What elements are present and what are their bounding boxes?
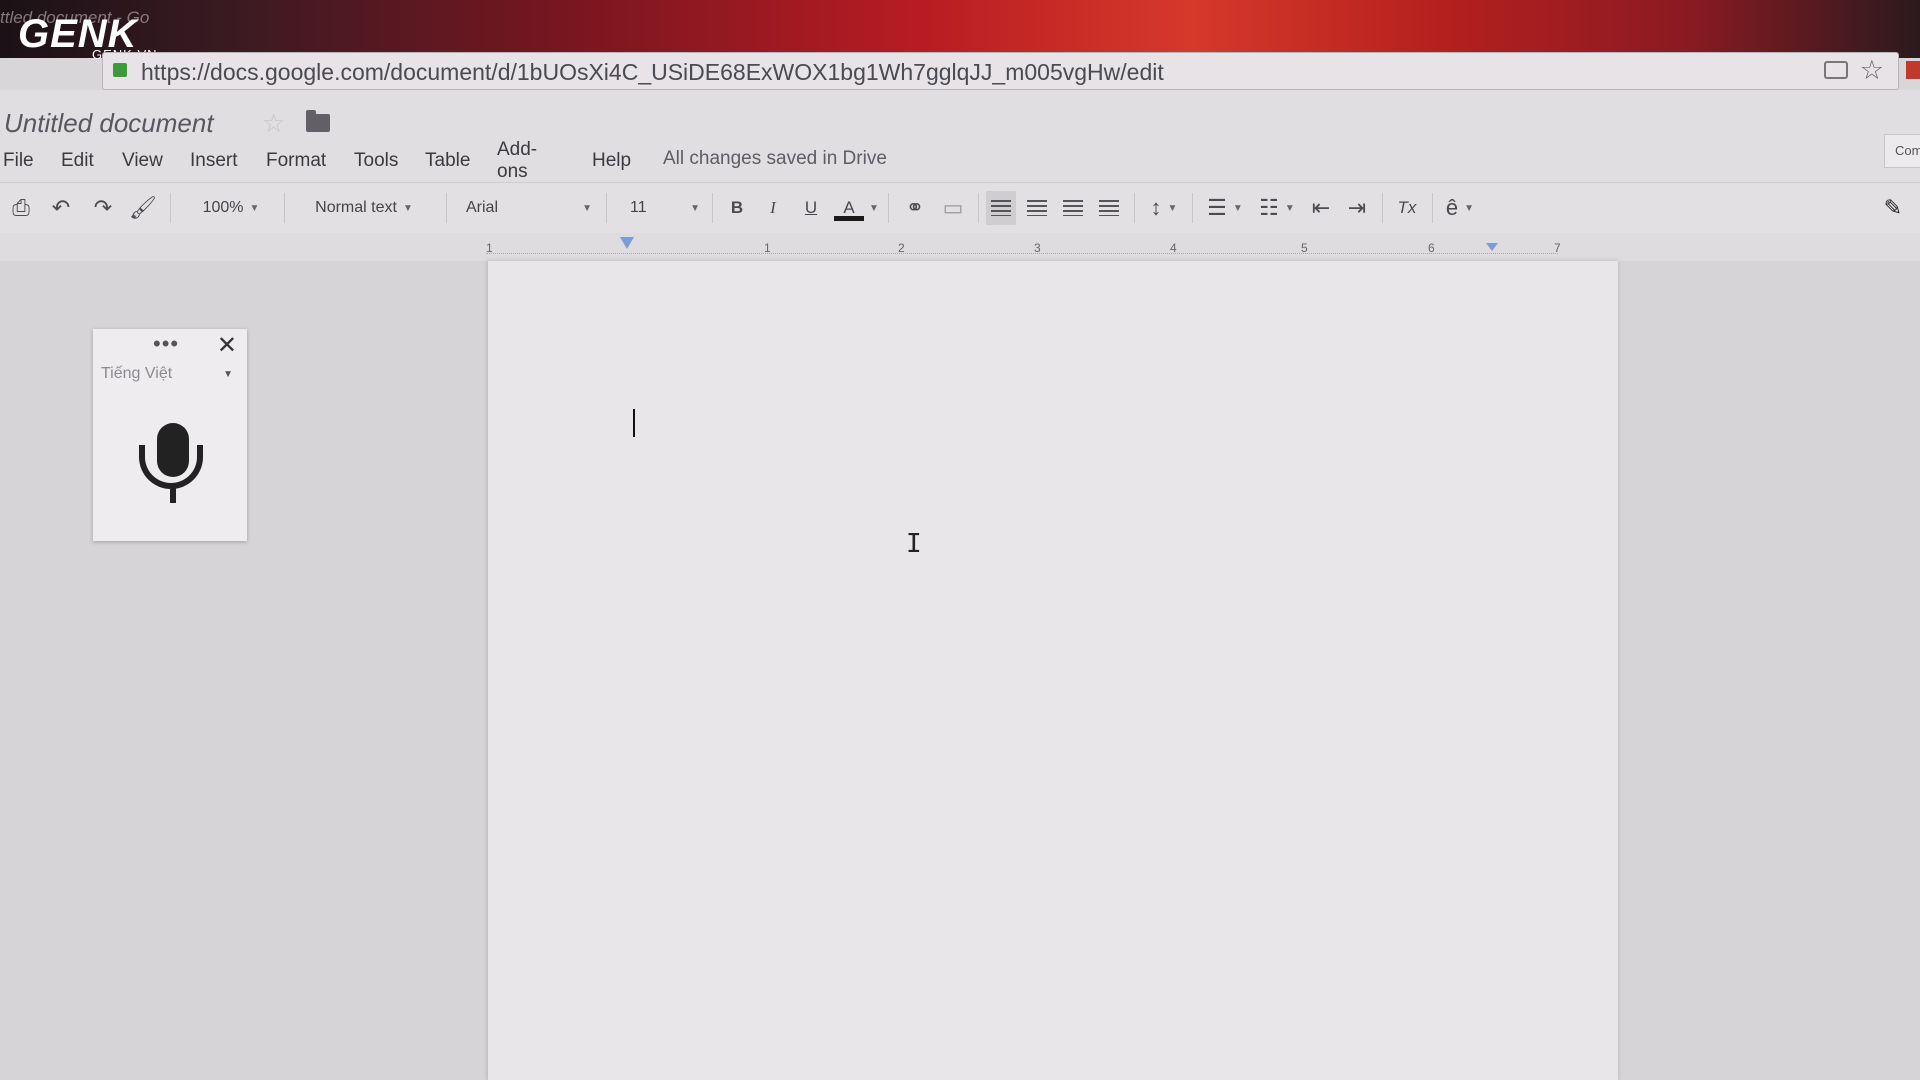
font-select[interactable]: Arial ▼ (462, 191, 592, 225)
bold-button[interactable]: B (722, 191, 752, 225)
toolbar-divider (446, 193, 447, 223)
toolbar-divider (1192, 193, 1193, 223)
toolbar-divider (888, 193, 889, 223)
menu-insert[interactable]: Insert (190, 150, 238, 172)
ruler-label: 5 (1301, 241, 1308, 255)
bulleted-list-icon[interactable]: ☷ ▼ (1254, 191, 1300, 225)
toolbar-divider (712, 193, 713, 223)
save-status[interactable]: All changes saved in Drive (663, 148, 887, 170)
ruler-label: 4 (1170, 241, 1177, 255)
link-icon[interactable]: ⚭ (898, 191, 932, 225)
paragraph-style-value: Normal text (315, 199, 397, 216)
ruler-label: 1 (486, 241, 493, 255)
close-icon[interactable]: ✕ (217, 331, 237, 360)
toolbar-divider (606, 193, 607, 223)
comment-icon[interactable]: ▭ (938, 191, 968, 225)
chevron-down-icon: ▼ (402, 202, 413, 214)
paint-format-icon[interactable]: 🖌 (128, 191, 158, 225)
chevron-down-icon: ▼ (869, 202, 879, 214)
ruler-label: 6 (1428, 241, 1435, 255)
ruler-label: 2 (898, 241, 905, 255)
url-text[interactable]: https://docs.google.com/document/d/1bUOs… (141, 59, 1164, 86)
chevron-down-icon: ▼ (249, 202, 260, 214)
text-cursor (633, 409, 635, 437)
menu-addons[interactable]: Add-ons (497, 139, 537, 183)
ruler-track[interactable]: 1 1 2 3 4 5 6 7 (486, 239, 1561, 255)
pencil-icon[interactable]: ✎ (1884, 195, 1902, 221)
star-icon[interactable]: ☆ (262, 108, 285, 139)
undo-icon[interactable]: ↶ (46, 191, 76, 225)
italic-button[interactable]: I (758, 191, 788, 225)
toolbar-divider (170, 193, 171, 223)
menu-table[interactable]: Table (425, 150, 470, 172)
increase-indent-icon[interactable]: ⇥ (1342, 191, 1372, 225)
align-right-icon[interactable] (1058, 191, 1088, 225)
ruler: 1 1 2 3 4 5 6 7 (0, 233, 1920, 261)
folder-icon[interactable] (306, 110, 330, 132)
menu-view[interactable]: View (122, 150, 163, 172)
font-size-value: 11 (630, 199, 647, 216)
toolbar-divider (1382, 193, 1383, 223)
voice-language-select[interactable]: Tiếng Việt (101, 365, 172, 383)
underline-button[interactable]: U (796, 191, 826, 225)
redo-icon[interactable]: ↷ (88, 191, 118, 225)
font-value: Arial (466, 199, 499, 216)
comments-button[interactable]: Com (1884, 134, 1920, 168)
paragraph-style-select[interactable]: Normal text ▼ (294, 191, 434, 225)
numbered-list-icon[interactable]: ☰ ▼ (1202, 191, 1248, 225)
menu-tools[interactable]: Tools (354, 150, 398, 172)
line-spacing-icon[interactable]: ↕ ▼ (1142, 191, 1186, 225)
document-canvas: I (0, 261, 1920, 1080)
ibeam-cursor-icon: I (906, 529, 922, 559)
zoom-value: 100% (202, 199, 244, 216)
voice-typing-panel: ••• ✕ Tiếng Việt ▼ (93, 329, 247, 541)
menu-help[interactable]: Help (592, 150, 631, 172)
ruler-label: 1 (764, 241, 771, 255)
ruler-label: 7 (1554, 241, 1561, 255)
text-color-button[interactable]: A (832, 191, 866, 225)
chevron-down-icon: ▼ (582, 202, 592, 214)
input-tools-label: ê (1445, 195, 1459, 220)
menu-file[interactable]: File (3, 150, 34, 172)
microphone-icon[interactable] (137, 423, 209, 511)
document-title[interactable]: Untitled document (4, 108, 214, 139)
toolbar-divider (284, 193, 285, 223)
camera-icon[interactable] (1824, 61, 1848, 79)
print-icon[interactable]: ⎙ (6, 191, 36, 225)
menu-format[interactable]: Format (266, 150, 326, 172)
document-page[interactable]: I (487, 261, 1618, 1080)
justify-icon[interactable] (1094, 191, 1124, 225)
decrease-indent-icon[interactable]: ⇤ (1306, 191, 1336, 225)
chevron-down-icon: ▼ (690, 202, 700, 214)
chevron-down-icon[interactable]: ▼ (223, 369, 233, 380)
text-color-label: A (843, 198, 855, 217)
extension-icon[interactable] (1906, 61, 1920, 79)
toolbar-divider (1134, 193, 1135, 223)
ruler-label: 3 (1034, 241, 1041, 255)
lock-icon (113, 63, 127, 77)
toolbar-divider (1432, 193, 1433, 223)
align-center-icon[interactable] (1022, 191, 1052, 225)
browser-tab-strip: ttled document - Go GENK GENK.VN (0, 0, 1920, 62)
chevron-down-icon: ▼ (1464, 202, 1475, 214)
menu-edit[interactable]: Edit (61, 150, 94, 172)
formatting-toolbar: ⎙ ↶ ↷ 🖌 100% ▼ Normal text ▼ Arial ▼ 11 ▼ B … (0, 182, 1920, 234)
toolbar-divider (978, 193, 979, 223)
address-bar[interactable]: https://docs.google.com/document/d/1bUOs… (102, 52, 1920, 90)
clear-formatting-icon[interactable]: Tx (1390, 191, 1424, 225)
text-color-dropdown[interactable]: ▼ (868, 191, 880, 225)
input-tools-button[interactable]: ê ▼ (1440, 191, 1480, 225)
zoom-select[interactable]: 100% ▼ (186, 191, 276, 225)
more-options-icon[interactable]: ••• (153, 331, 179, 357)
bookmark-star-icon[interactable]: ☆ (1860, 55, 1884, 86)
text-color-swatch (834, 216, 864, 221)
font-size-select[interactable]: 11 ▼ (620, 191, 700, 225)
align-left-icon[interactable] (986, 191, 1016, 225)
